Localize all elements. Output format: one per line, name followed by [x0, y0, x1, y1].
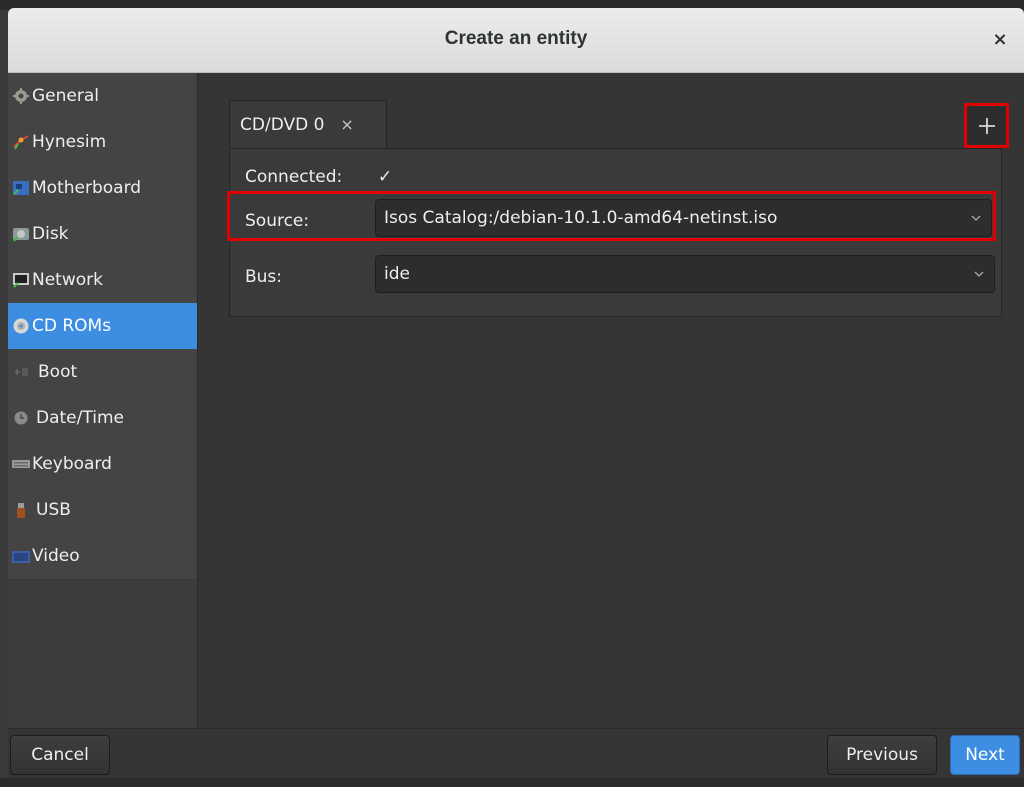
sidebar-item-label: USB [36, 500, 71, 520]
boot-icon [15, 368, 28, 376]
clock-icon [14, 411, 28, 425]
sidebar-item-disk[interactable]: Disk [8, 211, 197, 258]
sidebar-item-keyboard[interactable]: Keyboard [8, 441, 197, 488]
sidebar-item-boot[interactable]: Boot [8, 349, 197, 396]
desktop-background-bottom [0, 778, 1024, 787]
plus-icon [978, 117, 995, 134]
create-entity-dialog: Create an entity × General Hynesim Mothe… [8, 8, 1024, 778]
sidebar-item-network[interactable]: Network [8, 257, 197, 304]
sidebar-item-hynesim[interactable]: Hynesim [8, 119, 197, 166]
keyboard-icon [12, 460, 30, 468]
network-icon [13, 273, 29, 288]
disk-icon [13, 228, 29, 242]
sidebar-item-date-time[interactable]: Date/Time [8, 395, 197, 442]
sidebar-item-label: General [32, 86, 99, 106]
tab-cd-dvd-0[interactable]: CD/DVD 0 × [229, 100, 387, 148]
gear-icon [13, 88, 29, 104]
sidebar-item-usb[interactable]: USB [8, 487, 197, 534]
content-area: CD/DVD 0 × Connected: ✓ Source: Isos Cat… [198, 73, 1024, 728]
sidebar-item-label: Boot [38, 362, 78, 382]
sidebar-item-cd-roms[interactable]: CD ROMs [8, 303, 197, 350]
sidebar-item-label: Motherboard [32, 178, 142, 198]
sidebar-item-label: Network [32, 270, 103, 290]
tab-label: CD/DVD 0 [240, 114, 325, 135]
sidebar: General Hynesim Motherboard Disk Network… [8, 73, 198, 728]
sidebar-item-motherboard[interactable]: Motherboard [8, 165, 197, 212]
dialog-footer: Cancel Previous Next [8, 728, 1024, 778]
sidebar-item-label: Video [32, 546, 80, 566]
cdrom-settings-panel: Connected: ✓ Source: Isos Catalog:/debia… [227, 148, 1002, 317]
connected-label: Connected: [245, 167, 343, 187]
close-button[interactable]: × [986, 26, 1014, 54]
sidebar-item-label: CD ROMs [32, 316, 112, 336]
source-highlight [227, 191, 996, 241]
sidebar-item-label: Date/Time [36, 408, 124, 428]
sidebar-item-label: Keyboard [32, 454, 112, 474]
dialog-title: Create an entity [444, 28, 588, 49]
title-bar: Create an entity × [8, 8, 1024, 73]
chevron-down-icon [974, 271, 984, 277]
hynesim-icon [13, 135, 29, 150]
bus-label: Bus: [245, 267, 283, 287]
sidebar-item-general[interactable]: General [8, 73, 197, 120]
previous-button[interactable]: Previous [827, 735, 937, 775]
sidebar-item-label: Hynesim [32, 132, 107, 152]
next-button[interactable]: Next [950, 735, 1020, 775]
motherboard-icon [13, 181, 29, 195]
video-icon [12, 551, 30, 563]
cdrom-icon [13, 318, 29, 334]
bus-select[interactable]: ide [375, 255, 995, 293]
add-cdrom-button[interactable] [964, 103, 1009, 148]
cancel-button[interactable]: Cancel [10, 735, 110, 775]
bus-value: ide [384, 264, 410, 284]
connected-checkbox[interactable]: ✓ [375, 167, 395, 187]
sidebar-item-video[interactable]: Video [8, 533, 197, 580]
tab-close-icon[interactable]: × [340, 115, 353, 134]
sidebar-item-label: Disk [32, 224, 69, 244]
usb-icon [17, 503, 25, 518]
